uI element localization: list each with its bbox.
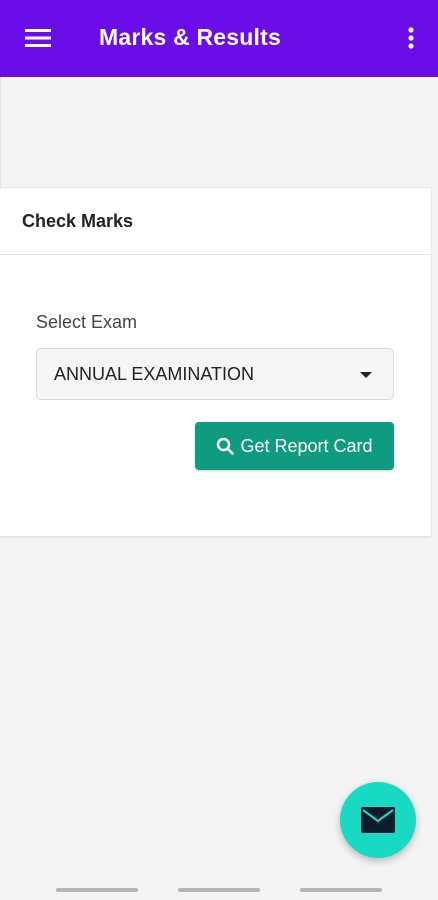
nav-back-pill[interactable]	[300, 888, 382, 892]
dropdown-caret-icon	[360, 372, 372, 378]
divider	[0, 77, 1, 187]
selected-exam-value: ANNUAL EXAMINATION	[54, 363, 255, 384]
exam-select[interactable]: ANNUAL EXAMINATION	[36, 348, 394, 400]
page-title: Marks & Results	[99, 24, 281, 50]
select-exam-label: Select Exam	[36, 312, 138, 332]
card-title: Check Marks	[0, 188, 431, 255]
search-icon	[217, 437, 235, 455]
mail-icon	[361, 807, 395, 833]
nav-home-pill[interactable]	[178, 888, 260, 892]
get-report-card-label: Get Report Card	[240, 435, 373, 456]
system-navigation-bar	[0, 876, 438, 900]
more-vertical-icon	[408, 27, 414, 49]
message-fab[interactable]	[340, 782, 416, 858]
get-report-card-button[interactable]: Get Report Card	[195, 422, 394, 470]
hamburger-menu-icon	[25, 29, 51, 47]
menu-button[interactable]	[14, 18, 62, 58]
check-marks-card: Check Marks Select Exam ANNUAL EXAMINATI…	[0, 187, 431, 536]
overflow-menu-button[interactable]	[396, 18, 426, 58]
nav-recents-pill[interactable]	[56, 888, 138, 892]
app-bar: Marks & Results	[0, 0, 438, 77]
